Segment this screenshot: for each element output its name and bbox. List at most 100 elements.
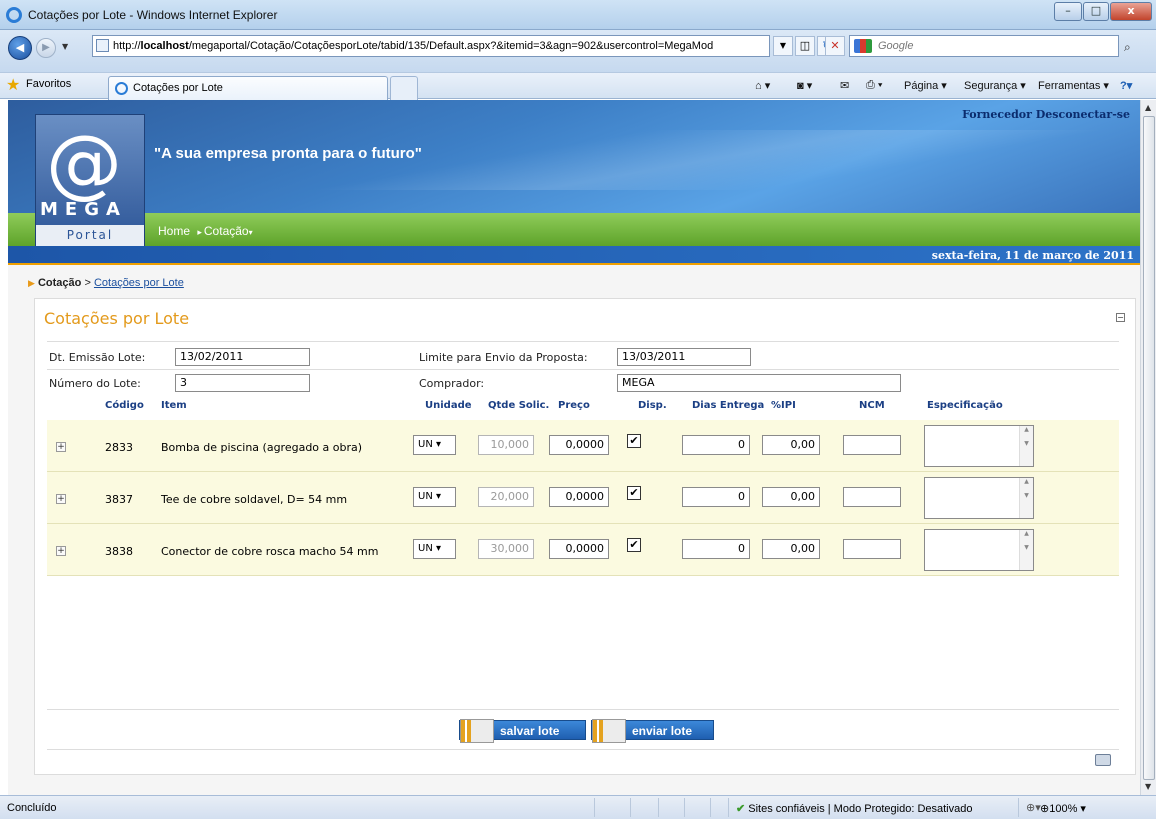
dias-entrega-field[interactable]: 0 <box>682 487 750 507</box>
print-icon[interactable]: ⎙ ▾ <box>866 79 882 92</box>
scroll-up-icon[interactable]: ▲ <box>1145 103 1151 112</box>
ncm-field[interactable] <box>843 539 901 559</box>
scroll-down-icon[interactable]: ▼ <box>1145 782 1151 791</box>
unidade-value: UN <box>418 439 433 450</box>
scroll-thumb[interactable] <box>1143 116 1155 780</box>
col-dias: Dias Entrega <box>692 400 765 411</box>
dt-emissao-field[interactable]: 13/02/2011 <box>175 348 310 366</box>
limite-field[interactable]: 13/03/2011 <box>617 348 751 366</box>
comprador-field[interactable]: MEGA <box>617 374 901 392</box>
disp-checkbox[interactable]: ✔ <box>627 434 641 448</box>
security-menu[interactable]: Segurança ▾ <box>964 79 1026 92</box>
close-button[interactable]: x <box>1110 2 1152 21</box>
mega-logo[interactable]: @ MEGA Portal <box>35 114 145 246</box>
col-disp: Disp. <box>638 400 667 411</box>
status-text: Concluído <box>7 802 57 814</box>
breadcrumb-current[interactable]: Cotações por Lote <box>94 277 184 289</box>
mail-icon[interactable]: ✉ <box>840 79 849 92</box>
search-input[interactable]: Google <box>849 35 1119 57</box>
print-page-icon[interactable] <box>1095 754 1111 766</box>
slogan: "A sua empresa pronta para o futuro" <box>154 145 422 162</box>
page-menu[interactable]: Página ▾ <box>904 79 947 92</box>
search-icon[interactable]: ⌕ <box>1124 40 1131 55</box>
zoom-control[interactable]: ⊕100% ▾ <box>1040 802 1086 815</box>
row-codigo: 3837 <box>105 493 133 506</box>
disp-checkbox[interactable]: ✔ <box>627 538 641 552</box>
breadcrumb-separator: > <box>84 277 91 289</box>
protected-mode-icon[interactable]: ⊕▾ <box>1026 801 1041 814</box>
save-icon <box>460 719 494 743</box>
ipi-field[interactable]: 0,00 <box>762 487 820 507</box>
expand-icon[interactable]: + <box>56 442 66 452</box>
preco-field[interactable]: 0,0000 <box>549 435 609 455</box>
address-dropdown-icon[interactable]: ▼ <box>773 36 793 56</box>
unidade-select[interactable]: UN ▾ <box>413 435 456 455</box>
favorites-label: Favoritos <box>26 78 72 90</box>
window-title: Cotações por Lote - Windows Internet Exp… <box>28 8 278 22</box>
logo-mega: MEGA <box>40 199 127 220</box>
favorites-bar: ★ Favoritos Cotações por Lote ⌂ ▾ ◙ ▾ ✉ ⎙… <box>0 72 1156 100</box>
especificacao-textarea[interactable]: ▲ ▼ <box>924 425 1034 467</box>
compatibility-icon[interactable]: ◫ <box>795 36 815 56</box>
dias-entrega-field[interactable]: 0 <box>682 539 750 559</box>
salvar-lote-button[interactable]: salvar lote <box>459 719 586 743</box>
history-dropdown-icon[interactable]: ▼ <box>62 42 68 51</box>
textarea-scrollbar[interactable]: ▲ ▼ <box>1019 426 1033 466</box>
star-icon: ★ <box>6 77 21 94</box>
top-links: Fornecedor Desconectar-se <box>962 108 1130 121</box>
stop-icon[interactable]: ✕ <box>825 36 845 56</box>
minimize-button[interactable]: – <box>1054 2 1082 21</box>
forward-button[interactable]: ▶ <box>36 38 56 58</box>
address-bar[interactable]: http://localhost/megaportal/Cotação/Cota… <box>92 35 770 57</box>
dias-entrega-field[interactable]: 0 <box>682 435 750 455</box>
row-item: Conector de cobre rosca macho 54 mm <box>161 545 379 558</box>
preco-field[interactable]: 0,0000 <box>549 487 609 507</box>
textarea-scrollbar[interactable]: ▲ ▼ <box>1019 530 1033 570</box>
ncm-field[interactable] <box>843 435 901 455</box>
new-tab-button[interactable] <box>390 76 418 100</box>
url-path: /megaportal/Cotação/CotaçõesporLote/tabi… <box>188 40 714 52</box>
ncm-field[interactable] <box>843 487 901 507</box>
divider <box>47 369 1119 370</box>
ipi-field[interactable]: 0,00 <box>762 435 820 455</box>
tab-cotacoes[interactable]: Cotações por Lote <box>108 76 388 100</box>
vertical-scrollbar[interactable]: ▲ ▼ <box>1140 100 1156 795</box>
favorites-button[interactable]: ★ Favoritos <box>6 77 72 94</box>
ipi-field[interactable]: 0,00 <box>762 539 820 559</box>
numero-field[interactable]: 3 <box>175 374 310 392</box>
divider <box>47 341 1119 342</box>
home-icon[interactable]: ⌂ ▾ <box>755 79 770 92</box>
tools-menu[interactable]: Ferramentas ▾ <box>1038 79 1109 92</box>
expand-icon[interactable]: + <box>56 494 66 504</box>
feeds-icon[interactable]: ◙ ▾ <box>797 79 812 92</box>
help-icon[interactable]: ?▾ <box>1120 79 1132 92</box>
unidade-select[interactable]: UN ▾ <box>413 539 456 559</box>
collapse-icon[interactable]: − <box>1116 313 1125 322</box>
disp-checkbox[interactable]: ✔ <box>627 486 641 500</box>
divider <box>47 749 1119 750</box>
menu-home[interactable]: Home <box>158 224 190 238</box>
textarea-scrollbar[interactable]: ▲ ▼ <box>1019 478 1033 518</box>
col-ipi: %IPI <box>771 400 796 411</box>
unidade-select[interactable]: UN ▾ <box>413 487 456 507</box>
especificacao-textarea[interactable]: ▲ ▼ <box>924 529 1034 571</box>
expand-icon[interactable]: + <box>56 546 66 556</box>
desconectar-link[interactable]: Desconectar-se <box>1036 108 1130 121</box>
security-zone[interactable]: ✔ Sites confiáveis | Modo Protegido: Des… <box>736 802 972 815</box>
current-date: sexta-feira, 11 de março de 2011 <box>931 249 1134 262</box>
menu-cotacao[interactable]: Cotação <box>204 224 249 238</box>
enviar-lote-button[interactable]: enviar lote <box>591 719 714 743</box>
preco-field[interactable]: 0,0000 <box>549 539 609 559</box>
maximize-button[interactable]: □ <box>1083 2 1109 21</box>
col-unidade: Unidade <box>425 400 472 411</box>
col-ncm: NCM <box>859 400 885 411</box>
row-item: Tee de cobre soldavel, D= 54 mm <box>161 493 348 506</box>
breadcrumb-arrow-icon: ▶ <box>28 278 35 288</box>
fornecedor-link[interactable]: Fornecedor <box>962 108 1032 121</box>
especificacao-textarea[interactable]: ▲ ▼ <box>924 477 1034 519</box>
back-button[interactable]: ◀ <box>8 36 32 60</box>
col-codigo: Código <box>105 400 144 411</box>
date-bar: sexta-feira, 11 de março de 2011 <box>8 246 1140 265</box>
numero-label: Número do Lote: <box>49 377 141 390</box>
search-placeholder: Google <box>878 40 914 52</box>
